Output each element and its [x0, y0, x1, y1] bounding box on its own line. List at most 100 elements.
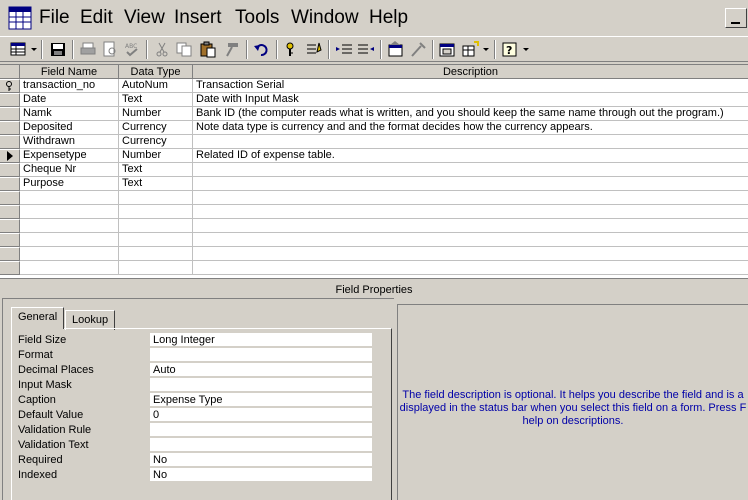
data-type-cell[interactable]: Number [119, 149, 193, 163]
table-design-app-icon[interactable] [8, 6, 32, 30]
description-cell[interactable] [193, 233, 748, 247]
insert-rows-button[interactable] [334, 40, 354, 59]
row-selector[interactable] [0, 205, 20, 219]
empty-field-row[interactable] [20, 261, 748, 275]
data-type-cell[interactable] [119, 219, 193, 233]
chevron-down-icon[interactable] [31, 48, 37, 51]
field-row[interactable]: Purpose Text [20, 177, 748, 191]
row-selector[interactable] [0, 149, 20, 163]
field-name-cell[interactable]: Deposited [20, 121, 119, 135]
description-cell[interactable] [193, 163, 748, 177]
description-cell[interactable] [193, 177, 748, 191]
menu-file[interactable]: File [39, 7, 70, 29]
property-value-field[interactable] [150, 378, 372, 392]
field-name-cell[interactable]: transaction_no [20, 79, 119, 93]
field-name-cell[interactable]: Namk [20, 107, 119, 121]
data-type-cell[interactable] [119, 191, 193, 205]
database-window-button[interactable] [438, 40, 458, 59]
description-cell[interactable]: Related ID of expense table. [193, 149, 748, 163]
menu-view[interactable]: View [124, 7, 165, 29]
description-cell[interactable] [193, 219, 748, 233]
row-selector[interactable] [0, 233, 20, 247]
tab-lookup[interactable]: Lookup [65, 310, 116, 330]
data-type-cell[interactable]: Number [119, 107, 193, 121]
description-cell[interactable]: Transaction Serial [193, 79, 748, 93]
undo-button[interactable] [252, 40, 272, 59]
build-button[interactable] [408, 40, 428, 59]
row-selector[interactable] [0, 219, 20, 233]
data-type-cell[interactable] [119, 205, 193, 219]
empty-field-row[interactable] [20, 219, 748, 233]
field-name-cell[interactable] [20, 205, 119, 219]
description-cell[interactable] [193, 261, 748, 275]
property-value-field[interactable]: No [150, 453, 372, 467]
field-name-cell[interactable] [20, 219, 119, 233]
row-selector[interactable] [0, 177, 20, 191]
row-selector[interactable] [0, 135, 20, 149]
menu-window[interactable]: Window [291, 7, 359, 29]
delete-rows-button[interactable] [356, 40, 376, 59]
indexes-button[interactable] [304, 40, 324, 59]
data-type-cell[interactable]: Text [119, 163, 193, 177]
description-cell[interactable] [193, 205, 748, 219]
field-row[interactable]: Withdrawn Currency [20, 135, 748, 149]
empty-field-row[interactable] [20, 191, 748, 205]
property-value-field[interactable] [150, 423, 372, 437]
description-cell[interactable] [193, 247, 748, 261]
row-selector[interactable] [0, 261, 20, 275]
help-button[interactable]: ? [500, 40, 520, 59]
cut-button[interactable] [152, 40, 172, 59]
data-type-cell[interactable] [119, 233, 193, 247]
field-name-cell[interactable] [20, 247, 119, 261]
property-value-field[interactable]: No [150, 468, 372, 482]
field-name-cell[interactable]: Expensetype [20, 149, 119, 163]
property-value-field[interactable]: Expense Type [150, 393, 372, 407]
row-selector[interactable] [0, 163, 20, 177]
data-type-cell[interactable]: Text [119, 93, 193, 107]
print-preview-button[interactable] [100, 40, 120, 59]
properties-button[interactable] [386, 40, 406, 59]
field-name-cell[interactable]: Cheque Nr [20, 163, 119, 177]
save-button[interactable] [48, 40, 68, 59]
format-painter-button[interactable] [222, 40, 242, 59]
field-name-cell[interactable]: Purpose [20, 177, 119, 191]
minimize-button[interactable] [725, 8, 747, 28]
new-object-button[interactable] [460, 40, 480, 59]
column-header-description[interactable]: Description [193, 65, 748, 79]
field-row[interactable]: Namk Number Bank ID (the computer reads wh… [20, 107, 748, 121]
property-value-field[interactable]: Long Integer [150, 333, 372, 347]
field-row[interactable]: Expensetype Number Related ID of expense t… [20, 149, 748, 163]
menu-help[interactable]: Help [369, 7, 408, 29]
chevron-down-icon[interactable] [483, 48, 489, 51]
chevron-down-icon[interactable] [523, 48, 529, 51]
field-row[interactable]: Deposited Currency Note data type is curre… [20, 121, 748, 135]
property-value-field[interactable] [150, 348, 372, 362]
row-selector[interactable] [0, 93, 20, 107]
property-value-field[interactable] [150, 438, 372, 452]
field-row[interactable]: Date Text Date with Input Mask [20, 93, 748, 107]
description-cell[interactable]: Date with Input Mask [193, 93, 748, 107]
description-cell[interactable]: Note data type is currency and and the f… [193, 121, 748, 135]
primary-key-button[interactable] [282, 40, 302, 59]
paste-button[interactable] [198, 40, 218, 59]
row-selector[interactable] [0, 247, 20, 261]
empty-field-row[interactable] [20, 205, 748, 219]
field-name-cell[interactable] [20, 261, 119, 275]
data-type-cell[interactable] [119, 247, 193, 261]
field-name-cell[interactable] [20, 191, 119, 205]
column-header-field-name[interactable]: Field Name [20, 65, 119, 79]
property-value-field[interactable]: Auto [150, 363, 372, 377]
spelling-button[interactable]: ABC [122, 40, 142, 59]
menu-edit[interactable]: Edit [80, 7, 113, 29]
description-cell[interactable] [193, 191, 748, 205]
copy-button[interactable] [174, 40, 194, 59]
data-type-cell[interactable]: Text [119, 177, 193, 191]
field-name-cell[interactable]: Date [20, 93, 119, 107]
row-selector[interactable] [0, 107, 20, 121]
column-header-data-type[interactable]: Data Type [119, 65, 193, 79]
print-button[interactable] [78, 40, 98, 59]
property-value-field[interactable]: 0 [150, 408, 372, 422]
description-cell[interactable] [193, 135, 748, 149]
menu-tools[interactable]: Tools [235, 7, 279, 29]
view-button[interactable] [8, 40, 28, 59]
